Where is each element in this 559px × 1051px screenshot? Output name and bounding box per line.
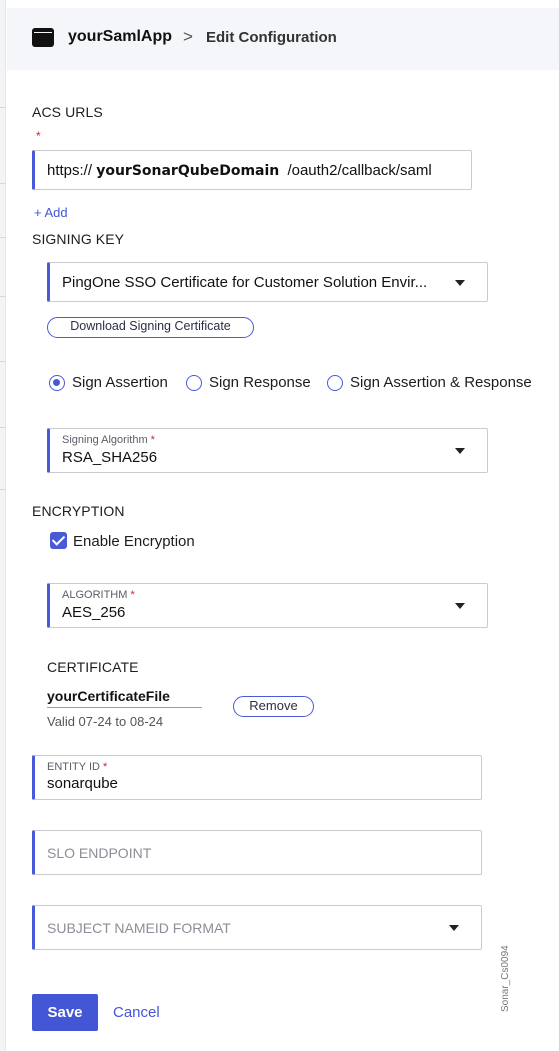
caret-down-icon <box>455 603 465 609</box>
radio-label: Sign Assertion & Response <box>350 374 532 391</box>
encryption-algorithm-value: AES_256 <box>62 604 126 621</box>
certificate-validity: Valid 07-24 to 08-24 <box>47 714 164 729</box>
caret-down-icon <box>455 448 465 454</box>
subject-nameid-format-placeholder: SUBJECT NAMEID FORMAT <box>47 920 231 936</box>
signing-algorithm-label: Signing Algorithm * <box>62 434 155 446</box>
breadcrumb-app-name[interactable]: yourSamlApp <box>68 28 172 46</box>
edge-divider <box>0 361 6 362</box>
enable-encryption-checkbox[interactable] <box>50 532 67 549</box>
slo-endpoint-placeholder: SLO ENDPOINT <box>47 845 152 861</box>
acs-url-value: https:// yourSonarQubeDomain /oauth2/cal… <box>47 162 432 179</box>
signing-key-label: SIGNING KEY <box>32 231 125 247</box>
enable-encryption-label: Enable Encryption <box>73 533 195 550</box>
encryption-algorithm-select[interactable]: ALGORITHM * AES_256 <box>47 583 488 628</box>
caret-down-icon <box>455 280 465 286</box>
radio-sign-response[interactable]: Sign Response <box>186 374 311 391</box>
edge-divider <box>0 183 6 184</box>
entity-id-label: ENTITY ID * <box>47 761 108 773</box>
radio-unselected-icon <box>327 374 343 391</box>
certificate-label: CERTIFICATE <box>47 659 139 675</box>
radio-unselected-icon <box>186 374 202 391</box>
acs-url-input[interactable]: https:// yourSonarQubeDomain /oauth2/cal… <box>32 150 472 190</box>
radio-label: Sign Response <box>209 374 311 391</box>
acs-urls-label: ACS URLS <box>32 104 103 120</box>
slo-endpoint-input[interactable]: SLO ENDPOINT <box>32 830 482 875</box>
caret-down-icon <box>449 925 459 931</box>
edge-divider <box>0 427 6 428</box>
signing-certificate-value: PingOne SSO Certificate for Customer Sol… <box>62 274 428 291</box>
save-button[interactable]: Save <box>32 994 98 1031</box>
edge-divider <box>0 107 6 108</box>
figure-watermark: Sonar_Cs0094 <box>500 945 511 1012</box>
signing-algorithm-select[interactable]: Signing Algorithm * RSA_SHA256 <box>47 428 488 473</box>
radio-label: Sign Assertion <box>72 374 168 391</box>
remove-certificate-button[interactable]: Remove <box>233 696 314 717</box>
radio-selected-icon <box>49 374 65 391</box>
signing-certificate-select[interactable]: PingOne SSO Certificate for Customer Sol… <box>47 262 488 302</box>
add-acs-url-link[interactable]: + Add <box>34 205 68 220</box>
page-title: Edit Configuration <box>206 29 337 46</box>
subject-nameid-format-select[interactable]: SUBJECT NAMEID FORMAT <box>32 905 482 950</box>
encryption-algorithm-label: ALGORITHM * <box>62 589 135 601</box>
radio-sign-assertion[interactable]: Sign Assertion <box>49 374 168 391</box>
required-marker: * <box>36 129 41 143</box>
certificate-file-name: yourCertificateFile <box>47 688 170 704</box>
cancel-button[interactable]: Cancel <box>113 1004 160 1021</box>
application-window-icon <box>32 28 54 47</box>
entity-id-value: sonarqube <box>47 775 118 792</box>
entity-id-input[interactable]: ENTITY ID * sonarqube <box>32 755 482 800</box>
radio-sign-assertion-and-response[interactable]: Sign Assertion & Response <box>327 374 532 391</box>
encryption-label: ENCRYPTION <box>32 503 125 519</box>
download-signing-certificate-button[interactable]: Download Signing Certificate <box>47 317 254 338</box>
certificate-underline <box>47 707 202 708</box>
edge-divider <box>0 489 6 490</box>
signing-algorithm-value: RSA_SHA256 <box>62 449 158 466</box>
page-header: yourSamlApp > Edit Configuration <box>7 8 559 70</box>
edge-divider <box>0 296 6 297</box>
left-panel-edge <box>0 0 6 1051</box>
chevron-right-icon: > <box>183 27 193 46</box>
edge-divider <box>0 237 6 238</box>
